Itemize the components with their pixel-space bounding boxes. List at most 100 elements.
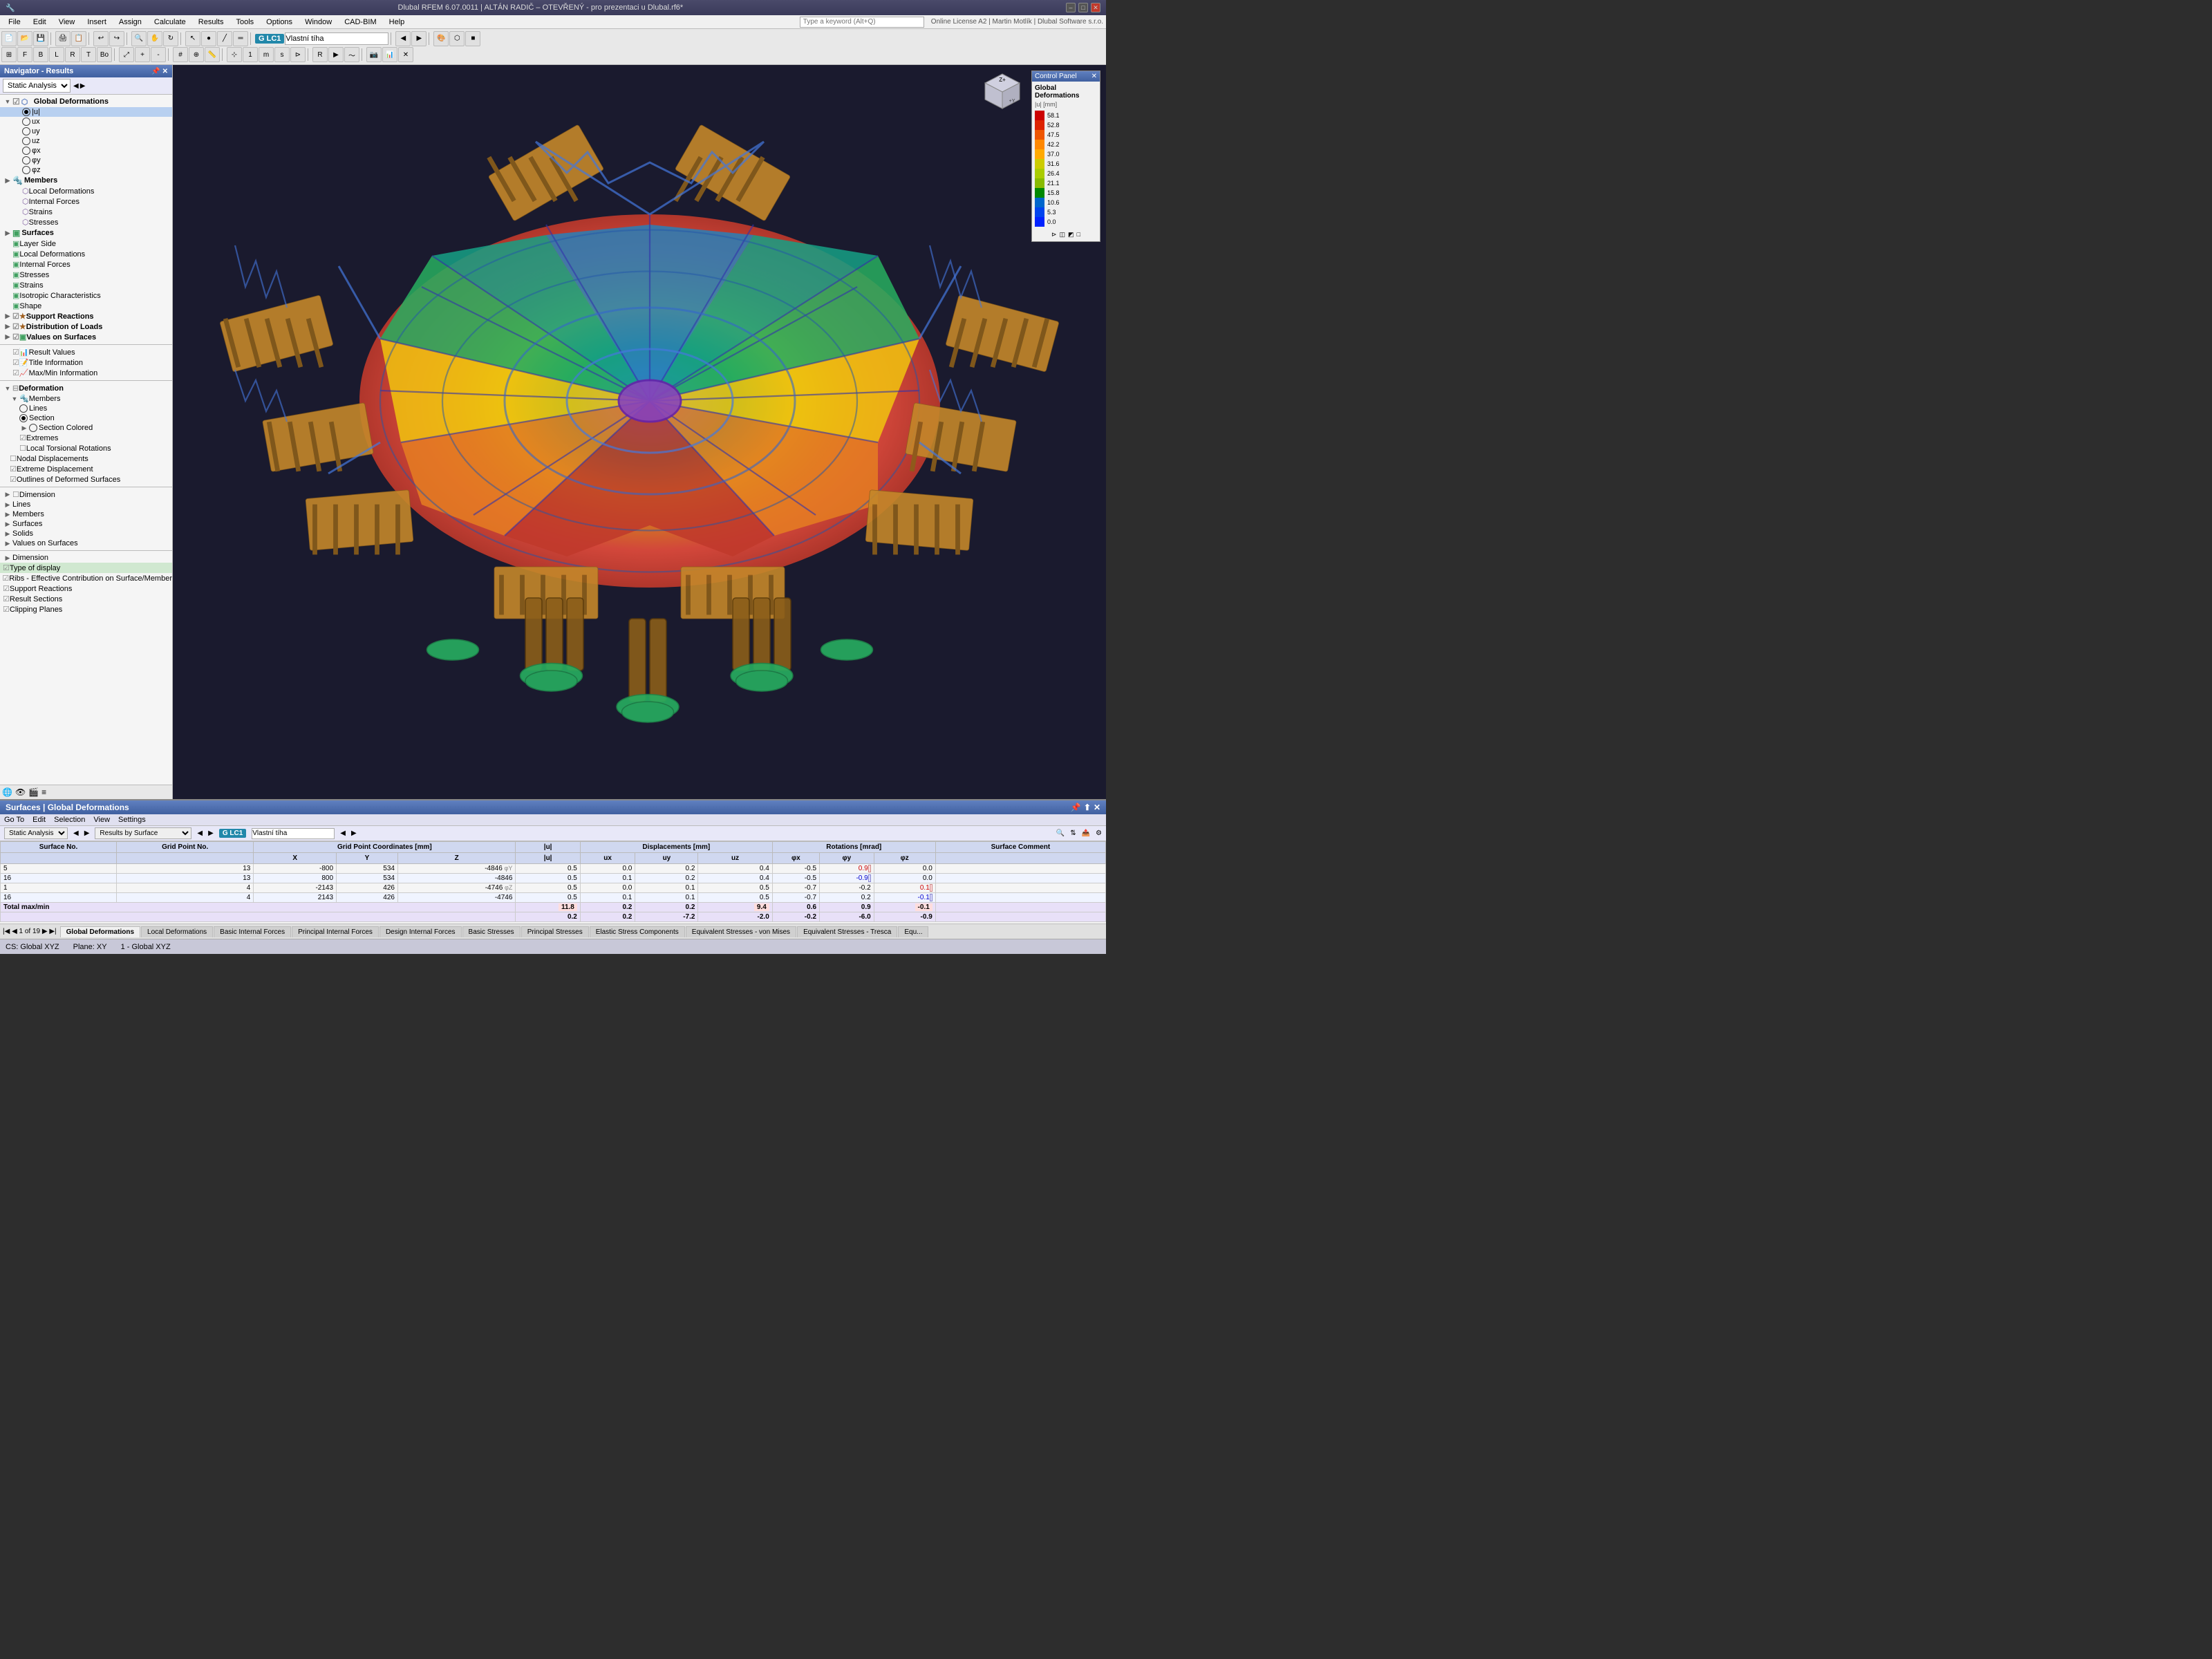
th2-ux[interactable]: ux [580,853,635,864]
animate-btn[interactable]: ▶ [328,47,344,62]
tree-item-local-def[interactable]: ⬡ Local Deformations [0,186,172,196]
tree-item-u-abs[interactable]: |u| [0,107,172,117]
radio-phiz[interactable] [22,166,30,174]
tree-item-def-extremes[interactable]: ☑ Extremes [0,433,172,443]
nav-pin-btn[interactable]: 📌 [151,68,160,75]
menu-options[interactable]: Options [261,17,298,28]
tree-item-distribution-loads[interactable]: ▶ ☑ ★ Distribution of Loads [0,321,172,332]
tree-item-title-info[interactable]: ☑ 📝 Title Information [0,357,172,368]
tree-item-shape[interactable]: ▣ Shape [0,301,172,311]
load-num-btn[interactable]: ⊳ [290,47,306,62]
exp-dim2[interactable]: ▶ [3,554,12,562]
cp-btn1[interactable]: ⊳ [1051,231,1057,238]
surface-num-btn[interactable]: s [274,47,290,62]
table-row[interactable]: 16 4 2143 426 -4746 0.5 0.1 0.1 0.5 -0.7… [1,893,1106,903]
nav-bottom-btn1[interactable]: 🌐 [2,787,12,797]
tab-von-mises[interactable]: Equivalent Stresses - von Mises [686,926,796,937]
delete-btn[interactable]: ✕ [398,47,413,62]
fit-btn[interactable]: ⤢ [119,47,134,62]
bp-lc-prev-btn[interactable]: ◀ [340,830,346,837]
th2-uy[interactable]: uy [635,853,698,864]
bp-lc-next-btn[interactable]: ▶ [351,830,357,837]
select-btn[interactable]: ↖ [185,31,200,46]
radio-phiy[interactable] [22,156,30,165]
tree-item-surfaces[interactable]: ▶ ▣ Surfaces [0,227,172,238]
checkbox-extremes[interactable]: ☑ [19,433,26,442]
zoom-btn[interactable]: 🔍 [131,31,147,46]
menu-edit[interactable]: Edit [28,17,52,28]
tree-item-outlines[interactable]: ☑ Outlines of Deformed Surfaces [0,474,172,485]
tree-item-def-section-colored[interactable]: ▶ Section Colored [0,423,172,433]
tree-item-internal-forces-s[interactable]: ▣ Internal Forces [0,259,172,270]
bp-pin-btn[interactable]: 📌 [1071,803,1081,812]
iso-btn[interactable]: ⊞ [1,47,17,62]
prev-lc-btn[interactable]: ◀ [395,31,411,46]
exp-members-nav[interactable]: ▶ [3,511,12,518]
tree-item-uy[interactable]: uy [0,126,172,136]
tree-item-type-display[interactable]: ☑ Type of display [0,563,172,573]
tree-item-local-def-s[interactable]: ▣ Local Deformations [0,249,172,259]
zoom-out-btn[interactable]: - [151,47,166,62]
th2-grid[interactable] [117,853,254,864]
bp-expand-btn[interactable]: ⬆ [1084,803,1091,812]
bp-close-btn[interactable]: ✕ [1094,803,1100,812]
checkbox-dist-loads[interactable]: ☑ [12,322,19,331]
tree-item-layer-side[interactable]: ▣ Layer Side [0,238,172,249]
th-grid[interactable]: Grid Point No. [117,842,254,853]
bp-menu-settings[interactable]: Settings [118,816,146,824]
tree-item-support-reactions2[interactable]: ☑ Support Reactions [0,583,172,594]
tab-elastic-stress[interactable]: Elastic Stress Components [590,926,685,937]
checkbox-result-sect[interactable]: ☑ [3,594,10,603]
checkbox-torsional[interactable]: ☐ [19,444,26,453]
menu-view[interactable]: View [53,17,81,28]
tree-item-internal-forces-m[interactable]: ⬡ Internal Forces [0,196,172,207]
tree-item-result-sections[interactable]: ☑ Result Sections [0,594,172,604]
tree-item-members-nav[interactable]: ▶ Members [0,509,172,519]
tab-principal-stresses[interactable]: Principal Stresses [521,926,589,937]
checkbox-dimension[interactable]: ☐ [12,490,19,499]
th2-surface[interactable] [1,853,117,864]
open-btn[interactable]: 📂 [17,31,32,46]
radio-phix[interactable] [22,147,30,155]
checkbox-ribs[interactable]: ☑ [2,574,9,583]
tree-item-solids[interactable]: ▶ Solids [0,529,172,538]
th-displacements[interactable]: Displacements [mm] [580,842,772,853]
th2-y[interactable]: Y [337,853,398,864]
checkbox-support[interactable]: ☑ [12,312,19,321]
tree-item-members[interactable]: ▶ 🔩 Members [0,175,172,186]
radio-lines[interactable] [19,404,28,413]
checkbox-result-vals[interactable]: ☑ [12,348,19,357]
node-btn[interactable]: ● [201,31,216,46]
settings-btn[interactable]: ⚙ [1096,830,1102,837]
tab-basic-internal-forces[interactable]: Basic Internal Forces [214,926,291,937]
navigation-cube[interactable]: Z+ +Y [982,71,1023,112]
cp-btn4[interactable]: □ [1077,231,1080,238]
tab-tresca[interactable]: Equivalent Stresses - Tresca [797,926,897,937]
sort-btn[interactable]: ⇅ [1070,830,1076,837]
next-lc-btn[interactable]: ▶ [411,31,427,46]
cp-btn2[interactable]: ◫ [1060,231,1066,238]
checkbox-global-def[interactable]: ☑ [12,97,20,106]
cp-btn3[interactable]: ◩ [1068,231,1074,238]
exp-dimension[interactable]: ▶ [3,491,12,498]
menu-insert[interactable]: Insert [82,17,112,28]
menu-window[interactable]: Window [299,17,337,28]
measure-btn[interactable]: 📏 [205,47,220,62]
undo-btn[interactable]: ↩ [93,31,109,46]
bp-res-next-btn[interactable]: ▶ [208,830,214,837]
checkbox-outlines[interactable]: ☑ [10,475,17,484]
tree-item-uz[interactable]: uz [0,136,172,146]
snap-btn[interactable]: ⊕ [189,47,204,62]
report-btn[interactable]: 📊 [382,47,397,62]
export-btn[interactable]: 📤 [1082,830,1090,837]
th-coords[interactable]: Grid Point Coordinates [mm] [254,842,516,853]
th-abs-u[interactable]: |u| [516,842,580,853]
tree-item-dimension2[interactable]: ▶ Dimension [0,553,172,563]
bp-menu-goto[interactable]: Go To [4,816,24,824]
radio-u-abs[interactable] [22,108,32,116]
wire-btn[interactable]: ⬡ [449,31,465,46]
checkbox-title-info[interactable]: ☑ [12,358,19,367]
th2-absu[interactable]: |u| [516,853,580,864]
tree-item-phix[interactable]: φx [0,146,172,156]
filter-btn[interactable]: 🔍 [1056,830,1065,837]
